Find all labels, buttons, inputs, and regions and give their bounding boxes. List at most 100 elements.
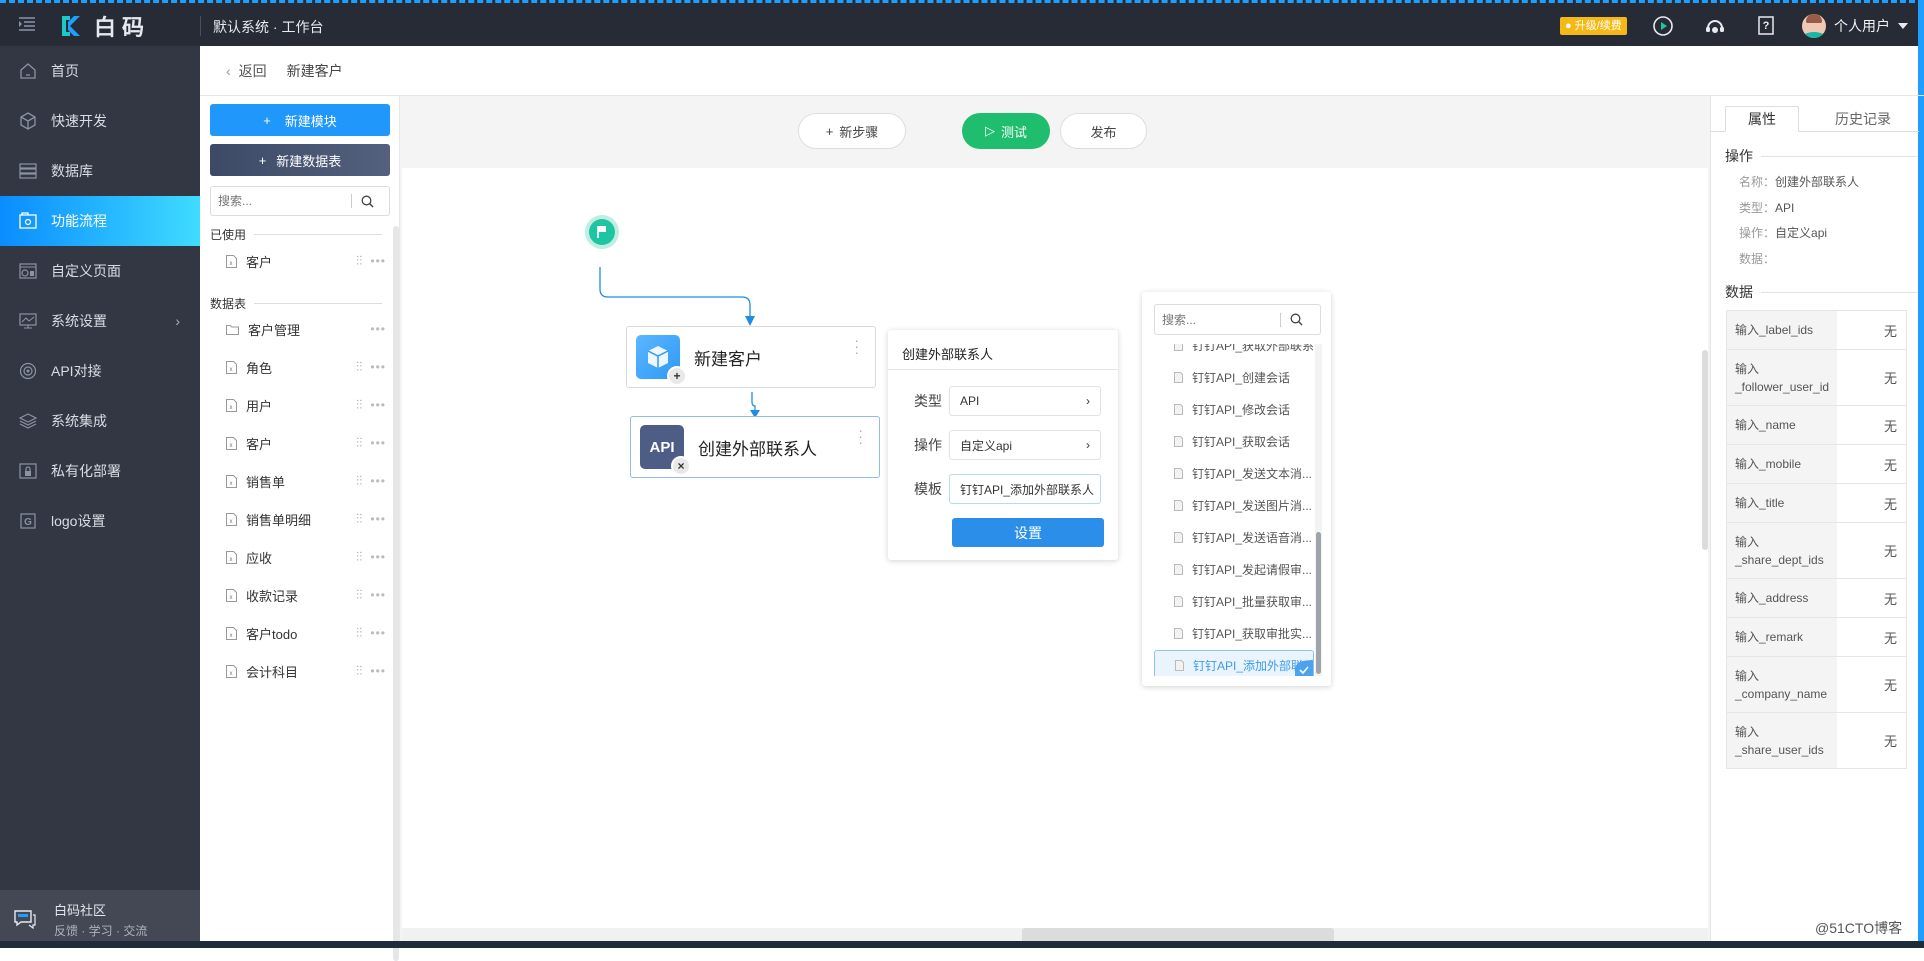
menu-toggle-icon[interactable] — [18, 16, 36, 32]
set-button[interactable]: 设置 — [952, 518, 1104, 547]
more-icon[interactable]: ••• — [370, 360, 386, 374]
more-icon[interactable]: ••• — [370, 512, 386, 526]
svg-text:x: x — [230, 405, 233, 411]
file-icon — [1174, 595, 1183, 607]
more-icon[interactable]: ••• — [370, 550, 386, 564]
sidebar-item-database[interactable]: 数据库 — [0, 146, 200, 196]
sidebar-item-private-deploy[interactable]: 私有化部署 — [0, 446, 200, 496]
template-item[interactable]: 钉钉API_创建会话 — [1154, 362, 1314, 392]
more-vertical-icon[interactable]: · · · — [858, 423, 863, 449]
sidebar-item-label: 系统集成 — [51, 413, 107, 429]
list-item[interactable]: x 客户 ⫶⫶ ••• — [226, 251, 386, 271]
customer-service-icon[interactable] — [1704, 15, 1726, 37]
flow-canvas[interactable]: + 新建客户 · · · API × 创建外部联系人 · · · 创建外部联系人 类型 … — [402, 168, 1708, 928]
system-title[interactable]: 默认系统 · 工作台 — [213, 17, 323, 37]
tab-properties[interactable]: 属性 — [1725, 106, 1799, 132]
module-search-input[interactable] — [211, 188, 351, 214]
template-item-selected[interactable]: 钉钉API_添加外部联系人 — [1154, 650, 1314, 676]
list-scrollbar[interactable] — [1316, 532, 1321, 674]
sliders-icon[interactable]: ⫶⫶ — [356, 663, 363, 679]
canvas-vertical-scrollbar[interactable] — [1702, 350, 1708, 550]
sidebar-item-home[interactable]: 首页 — [0, 46, 200, 96]
sliders-icon[interactable]: ⫶⫶ — [356, 473, 363, 489]
template-item-label: 钉钉API_发送语音消... — [1192, 530, 1313, 545]
upgrade-button[interactable]: ● 升级/续费 — [1560, 17, 1627, 35]
test-button[interactable]: ▷ 测试 — [962, 113, 1050, 149]
sidebar-item-api[interactable]: API对接 — [0, 346, 200, 396]
template-item[interactable]: 钉钉API_批量获取审... — [1154, 586, 1314, 616]
sidebar-item-system-settings[interactable]: 系统设置 › — [0, 296, 200, 346]
file-icon — [1175, 659, 1184, 671]
sidebar-item-quick-dev[interactable]: 快速开发 — [0, 96, 200, 146]
panel-scrollbar[interactable] — [393, 226, 399, 961]
tab-history[interactable]: 历史记录 — [1815, 106, 1911, 132]
sliders-icon[interactable]: ⫶⫶ — [356, 435, 363, 451]
field-label: 操作 — [914, 437, 942, 453]
list-item[interactable]: x 销售单 ⫶⫶ ••• — [226, 471, 386, 491]
flow-node-selected[interactable]: API × 创建外部联系人 · · · — [630, 416, 880, 478]
list-item[interactable]: x 用户 ⫶⫶ ••• — [226, 395, 386, 415]
template-item[interactable]: 钉钉API_获取外部联系... — [1154, 344, 1314, 360]
user-menu[interactable]: 个人用户 — [1802, 14, 1908, 38]
more-icon[interactable]: ••• — [370, 398, 386, 412]
start-node[interactable] — [585, 215, 619, 249]
sidebar-item-label: 首页 — [51, 63, 79, 79]
more-icon[interactable]: ••• — [370, 254, 386, 268]
help-icon[interactable]: ? — [1755, 15, 1777, 37]
list-item[interactable]: x 应收 ⫶⫶ ••• — [226, 547, 386, 567]
sliders-icon[interactable]: ⫶⫶ — [356, 397, 363, 413]
template-item[interactable]: 钉钉API_修改会话 — [1154, 394, 1314, 424]
template-search-input[interactable] — [1155, 306, 1280, 333]
sliders-icon[interactable]: ⫶⫶ — [356, 625, 363, 641]
more-icon[interactable]: ••• — [370, 626, 386, 640]
list-item[interactable]: 客户管理 ••• — [226, 319, 386, 339]
table-file-icon: x — [226, 512, 237, 526]
sliders-icon[interactable]: ⫶⫶ — [356, 549, 363, 565]
more-icon[interactable]: ••• — [370, 474, 386, 488]
table-file-icon: x — [226, 664, 237, 678]
more-icon[interactable]: ••• — [370, 664, 386, 678]
sliders-icon[interactable]: ⫶⫶ — [356, 511, 363, 527]
search-icon[interactable] — [352, 195, 382, 208]
table-file-icon: x — [226, 436, 237, 450]
list-item[interactable]: x 会计科目 ⫶⫶ ••• — [226, 661, 386, 681]
community-link[interactable]: 白码社区 反馈 · 学习 · 交流 — [0, 890, 200, 948]
play-tutorial-icon[interactable] — [1652, 15, 1674, 37]
template-item[interactable]: 钉钉API_获取会话 — [1154, 426, 1314, 456]
list-item[interactable]: x 角色 ⫶⫶ ••• — [226, 357, 386, 377]
template-item[interactable]: 钉钉API_发送语音消... — [1154, 522, 1314, 552]
more-vertical-icon[interactable]: · · · — [854, 333, 859, 359]
more-icon[interactable]: ••• — [370, 436, 386, 450]
template-input[interactable]: 钉钉API_添加外部联系人 — [949, 474, 1101, 504]
brand-logo[interactable]: 白码 — [60, 13, 150, 40]
template-item[interactable]: 钉钉API_发送图片消... — [1154, 490, 1314, 520]
list-item[interactable]: x 销售单明细 ⫶⫶ ••• — [226, 509, 386, 529]
more-icon[interactable]: ••• — [370, 322, 386, 336]
flow-node[interactable]: + 新建客户 · · · — [626, 326, 876, 388]
list-item[interactable]: x 客户 ⫶⫶ ••• — [226, 433, 386, 453]
back-button[interactable]: ‹ 返回 — [226, 61, 267, 81]
publish-button[interactable]: 发布 — [1060, 113, 1147, 149]
template-item[interactable]: 钉钉API_发起请假审... — [1154, 554, 1314, 584]
sidebar-item-logo-settings[interactable]: G logo设置 — [0, 496, 200, 546]
check-icon — [1295, 661, 1313, 676]
template-item[interactable]: 钉钉API_获取审批实... — [1154, 618, 1314, 648]
flag-icon — [597, 226, 606, 238]
sliders-icon[interactable]: ⫶⫶ — [356, 253, 363, 269]
sidebar-item-custom-page[interactable]: 自定义页面 — [0, 246, 200, 296]
list-item[interactable]: x 收款记录 ⫶⫶ ••• — [226, 585, 386, 605]
new-step-button[interactable]: + 新步骤 — [798, 113, 906, 149]
type-select[interactable]: API › — [949, 386, 1101, 416]
user-name: 个人用户 — [1834, 18, 1890, 34]
action-select[interactable]: 自定义api › — [949, 430, 1101, 460]
more-icon[interactable]: ••• — [370, 588, 386, 602]
new-table-button[interactable]: + 新建数据表 — [210, 144, 390, 176]
list-item[interactable]: x 客户todo ⫶⫶ ••• — [226, 623, 386, 643]
new-module-button[interactable]: + 新建模块 — [210, 104, 390, 136]
search-icon[interactable] — [1281, 313, 1311, 326]
template-item[interactable]: 钉钉API_发送文本消... — [1154, 458, 1314, 488]
sidebar-item-integration[interactable]: 系统集成 — [0, 396, 200, 446]
sliders-icon[interactable]: ⫶⫶ — [356, 359, 363, 375]
sliders-icon[interactable]: ⫶⫶ — [356, 587, 363, 603]
sidebar-item-flow[interactable]: 功能流程 — [0, 196, 200, 246]
